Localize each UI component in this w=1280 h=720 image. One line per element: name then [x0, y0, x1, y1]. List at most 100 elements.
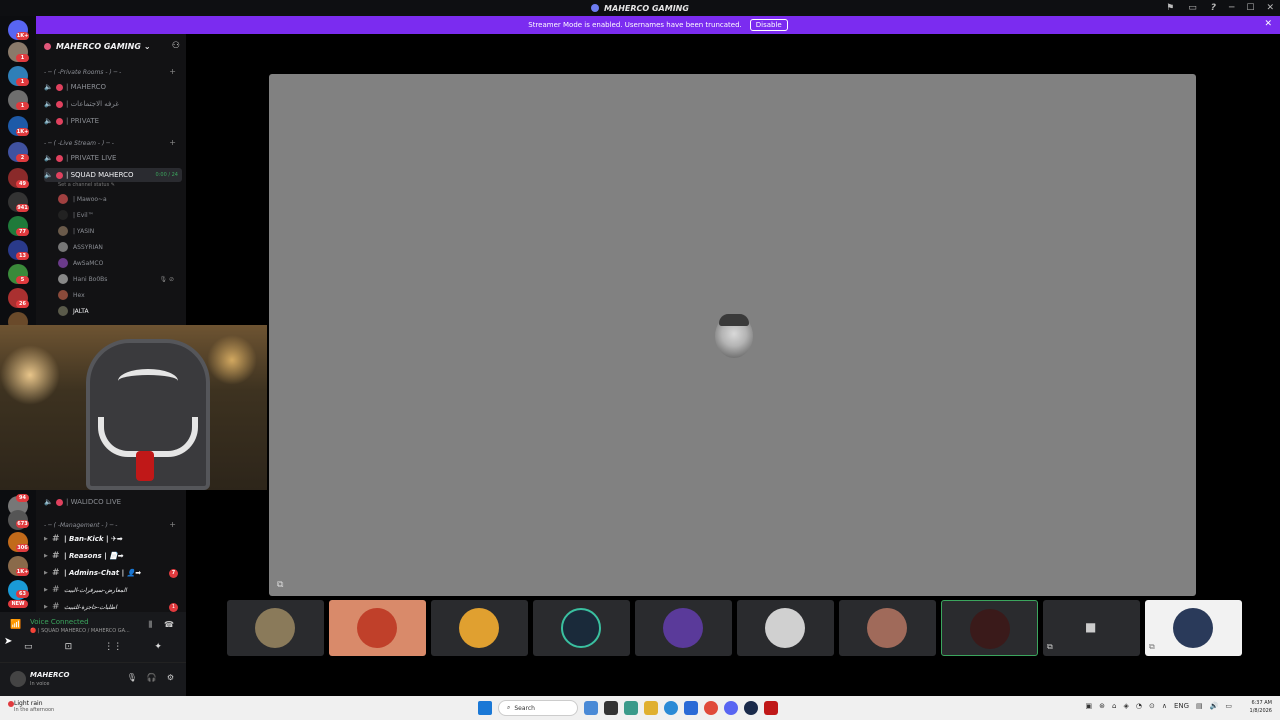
copilot-icon[interactable] — [624, 701, 638, 715]
gear-icon[interactable]: ⚙ — [167, 673, 174, 682]
add-channel-icon[interactable]: + — [169, 138, 176, 147]
text-channel[interactable]: ▶ # | Ban-Kick | ✈➡ — [44, 532, 182, 546]
disconnect-icon[interactable]: ☎ — [164, 620, 174, 630]
close-window-button[interactable]: ✕ — [1266, 3, 1274, 13]
clock[interactable]: 6:37 AM 1/8/2026 — [1250, 699, 1272, 715]
voice-connected-channel[interactable]: 🔴 | SQUAD MAHERCO / MAHERCO GA... — [30, 628, 130, 634]
server-badge: 1K+ — [16, 128, 29, 136]
participant-tile[interactable] — [635, 600, 732, 656]
voice-controls: ⫼ ☎ — [148, 620, 174, 630]
category-private-rooms[interactable]: - ─ ( -Private Rooms - ) ─ - + — [44, 67, 180, 76]
voice-member[interactable]: JALTA — [58, 304, 178, 318]
signal-icon[interactable]: 📶 — [10, 620, 21, 630]
participant-tile[interactable] — [941, 600, 1038, 656]
network-icon[interactable]: ▤ — [1196, 702, 1203, 710]
tray-icon[interactable]: ⌂ — [1112, 702, 1116, 710]
invite-icon[interactable]: ⚇ — [172, 41, 180, 51]
voice-channel[interactable]: 🔈 | WALIDCO LIVE — [44, 495, 182, 509]
task-view-icon[interactable] — [604, 701, 618, 715]
add-channel-icon[interactable]: + — [169, 67, 176, 76]
participant-tile[interactable] — [839, 600, 936, 656]
help-icon[interactable]: ? — [1211, 3, 1216, 13]
tray-icon[interactable]: ⊙ — [1149, 702, 1155, 710]
text-channel[interactable]: ▶ # | Reasons | 📄➡ — [44, 549, 182, 563]
disable-streamer-mode-button[interactable]: Disable — [749, 19, 788, 31]
volume-icon[interactable]: 🔊 — [1210, 702, 1219, 710]
category-live-stream[interactable]: - ─ ( -Live Stream - ) ─ - + — [44, 138, 180, 147]
start-button[interactable] — [478, 701, 492, 715]
avatar — [867, 608, 907, 648]
voice-channel[interactable]: 🔈 | غرفه الاجتماعات — [44, 97, 182, 111]
banner-close-icon[interactable]: ✕ — [1264, 19, 1272, 29]
popout-icon[interactable]: ⧉ — [1149, 642, 1155, 652]
server-badge: 306 — [16, 544, 29, 552]
app-icon[interactable] — [764, 701, 778, 715]
widget-icon[interactable] — [584, 701, 598, 715]
participant-tile[interactable] — [533, 600, 630, 656]
username[interactable]: MAHERCO — [30, 671, 70, 679]
weather-widget[interactable]: Light rain In the afternoon — [14, 700, 54, 714]
avatar — [58, 194, 68, 204]
camera-icon: ■ — [1085, 620, 1097, 634]
avatar — [58, 258, 68, 268]
voice-channel[interactable]: 🔈 | PRIVATE LIVE — [44, 151, 182, 165]
tray-icon[interactable]: ▣ — [1085, 702, 1092, 710]
steam-icon[interactable] — [744, 701, 758, 715]
tray-icon[interactable]: ◈ — [1123, 702, 1128, 710]
popout-icon[interactable]: ⧉ — [277, 580, 283, 590]
channel-dot-icon — [56, 171, 63, 179]
activities-button[interactable]: ⋮⋮ — [104, 642, 122, 652]
voice-member[interactable]: | Mawoo~a — [58, 192, 178, 206]
avatar — [357, 608, 397, 648]
voice-stage-tile[interactable]: ⧉ — [269, 74, 1196, 596]
lamp-light — [0, 345, 60, 405]
participant-tile[interactable]: ■ ⧉ — [1043, 600, 1140, 656]
inbox-icon[interactable]: ⚑ — [1166, 3, 1174, 13]
text-channel[interactable]: ▶ # | Admins-Chat | 👤➡ 7 — [44, 566, 182, 580]
headphones-icon[interactable]: 🎧 — [147, 673, 157, 682]
voice-channel[interactable]: 🔈 | MAHERCO — [44, 80, 182, 94]
participant-tile[interactable]: ⧉ — [1145, 600, 1242, 656]
microphone-icon[interactable]: 🎙 — [127, 673, 137, 682]
tray-icon[interactable]: ∧ — [1162, 702, 1167, 710]
participant-tile[interactable] — [737, 600, 834, 656]
noise-suppression-icon[interactable]: ⫼ — [148, 620, 152, 630]
text-channel[interactable]: ▶ # المعارض-سيرفرات-البيت — [44, 583, 182, 597]
participant-tile[interactable] — [227, 600, 324, 656]
add-channel-icon[interactable]: + — [169, 520, 176, 529]
tray-icon[interactable]: ⊛ — [1099, 702, 1105, 710]
file-explorer-icon[interactable] — [644, 701, 658, 715]
soundboard-button[interactable]: ✦ — [154, 642, 162, 652]
category-management[interactable]: - ─ ( -Management - ) ─ - + — [44, 520, 180, 529]
store-icon[interactable] — [684, 701, 698, 715]
voice-member[interactable]: AwSaMCO — [58, 256, 178, 270]
voice-member[interactable]: | Evil™ — [58, 208, 178, 222]
chrome-icon[interactable] — [704, 701, 718, 715]
battery-icon[interactable]: ▭ — [1225, 702, 1232, 710]
camera-button[interactable]: ▭ — [24, 642, 33, 652]
screen-icon[interactable]: ▭ — [1188, 3, 1197, 13]
user-controls: 🎙 🎧 ⚙ — [127, 673, 174, 682]
discord-icon[interactable] — [724, 701, 738, 715]
voice-member[interactable]: Hani Bo0Bs 🎙 ⊘ — [58, 272, 178, 286]
avatar[interactable] — [10, 671, 26, 687]
voice-member[interactable]: ASSYRIAN — [58, 240, 178, 254]
popout-icon[interactable]: ⧉ — [1047, 642, 1053, 652]
voice-member[interactable]: Hex — [58, 288, 178, 302]
channel-status[interactable]: Set a channel status ✎ — [58, 182, 115, 188]
voice-channel[interactable]: 🔈 | PRIVATE — [44, 114, 182, 128]
language-indicator[interactable]: ENG — [1174, 702, 1189, 710]
screen-share-button[interactable]: ⊡ — [65, 642, 73, 652]
minimize-button[interactable]: ─ — [1229, 3, 1234, 13]
title-icons: ⚑ ▭ ? — [1166, 0, 1216, 16]
voice-channel-active[interactable]: 🔈 | SQUAD MAHERCO 0:00 / 24 — [44, 168, 182, 182]
edge-icon[interactable] — [664, 701, 678, 715]
maximize-button[interactable]: ☐ — [1246, 3, 1254, 13]
participant-tile[interactable] — [431, 600, 528, 656]
tray-icon[interactable]: ◔ — [1136, 702, 1142, 710]
voice-member[interactable]: | YASIN — [58, 224, 178, 238]
participant-tile[interactable] — [329, 600, 426, 656]
voice-connected-title[interactable]: Voice Connected — [30, 618, 89, 626]
server-header[interactable]: MAHERCO GAMING ⌄ ⚇ — [44, 41, 180, 51]
taskbar-search[interactable]: ⌕ Search — [498, 700, 578, 716]
